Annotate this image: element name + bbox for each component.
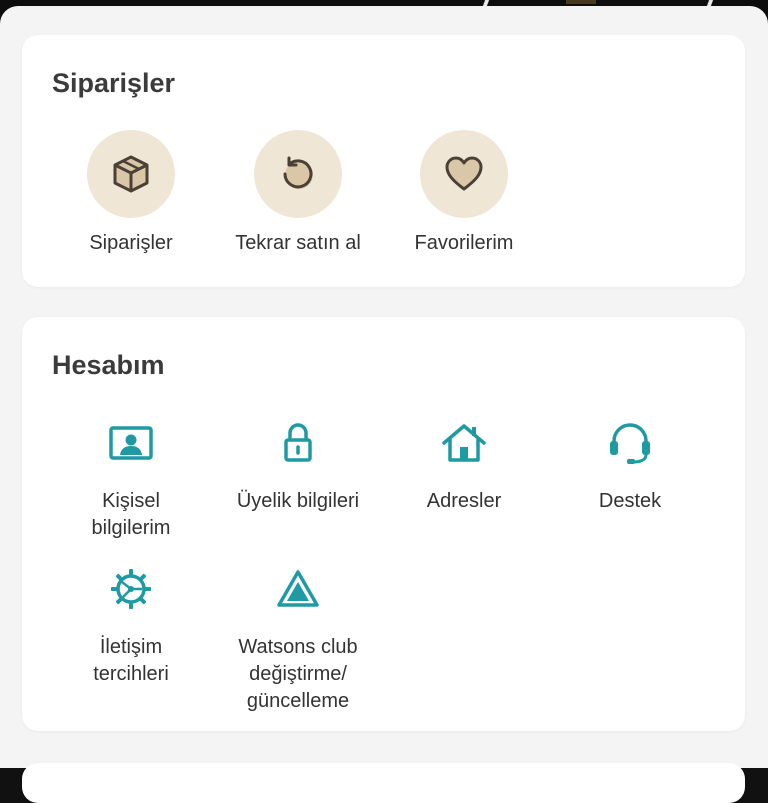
reorder-label: Tekrar satın al	[235, 232, 361, 254]
watsons-club-button[interactable]: Watsons club değiştirme/ güncelleme	[213, 566, 383, 715]
personal-info-label: Kişisel bilgilerim	[91, 490, 171, 539]
watsons-club-icon	[277, 570, 319, 607]
home-icon	[442, 424, 486, 462]
addresses-button[interactable]: Adresler	[379, 420, 549, 515]
orders-title: Siparişler	[52, 68, 176, 98]
reorder-icon-circle	[254, 130, 342, 218]
support-label: Destek	[598, 490, 662, 512]
personal-info-button[interactable]: Kişisel bilgilerim	[46, 420, 216, 542]
favorites-button[interactable]: Favorilerim	[384, 130, 544, 255]
headset-icon	[610, 423, 650, 464]
orders-label: Siparişler	[89, 232, 173, 254]
account-sheet: Siparişler Siparişler Tekrar satın al Fa…	[0, 6, 768, 803]
orders-button[interactable]: Siparişler	[51, 130, 211, 255]
account-card: Hesabım Kişisel bilgilerim Üyelik bilgil…	[22, 317, 745, 731]
favorites-label: Favorilerim	[414, 232, 514, 254]
box-icon	[113, 155, 149, 193]
communication-preferences-label: İletişim tercihleri	[93, 636, 169, 685]
support-button[interactable]: Destek	[545, 420, 715, 515]
orders-card: Siparişler Siparişler Tekrar satın al Fa…	[22, 35, 745, 287]
reorder-icon	[283, 156, 313, 189]
account-title: Hesabım	[52, 350, 165, 380]
heart-icon-circle	[420, 130, 508, 218]
decorative-mark	[566, 0, 596, 4]
lock-icon	[284, 423, 312, 462]
membership-info-button[interactable]: Üyelik bilgileri	[213, 420, 383, 515]
box-icon-circle	[87, 130, 175, 218]
gear-icon	[111, 569, 151, 609]
id-card-icon	[109, 426, 153, 460]
watsons-club-label: Watsons club değiştirme/ güncelleme	[238, 636, 358, 712]
next-card	[22, 763, 745, 803]
addresses-label: Adresler	[426, 490, 502, 512]
communication-preferences-button[interactable]: İletişim tercihleri	[46, 566, 216, 688]
membership-info-label: Üyelik bilgileri	[236, 490, 360, 512]
heart-icon	[445, 156, 483, 191]
reorder-button[interactable]: Tekrar satın al	[218, 130, 378, 255]
